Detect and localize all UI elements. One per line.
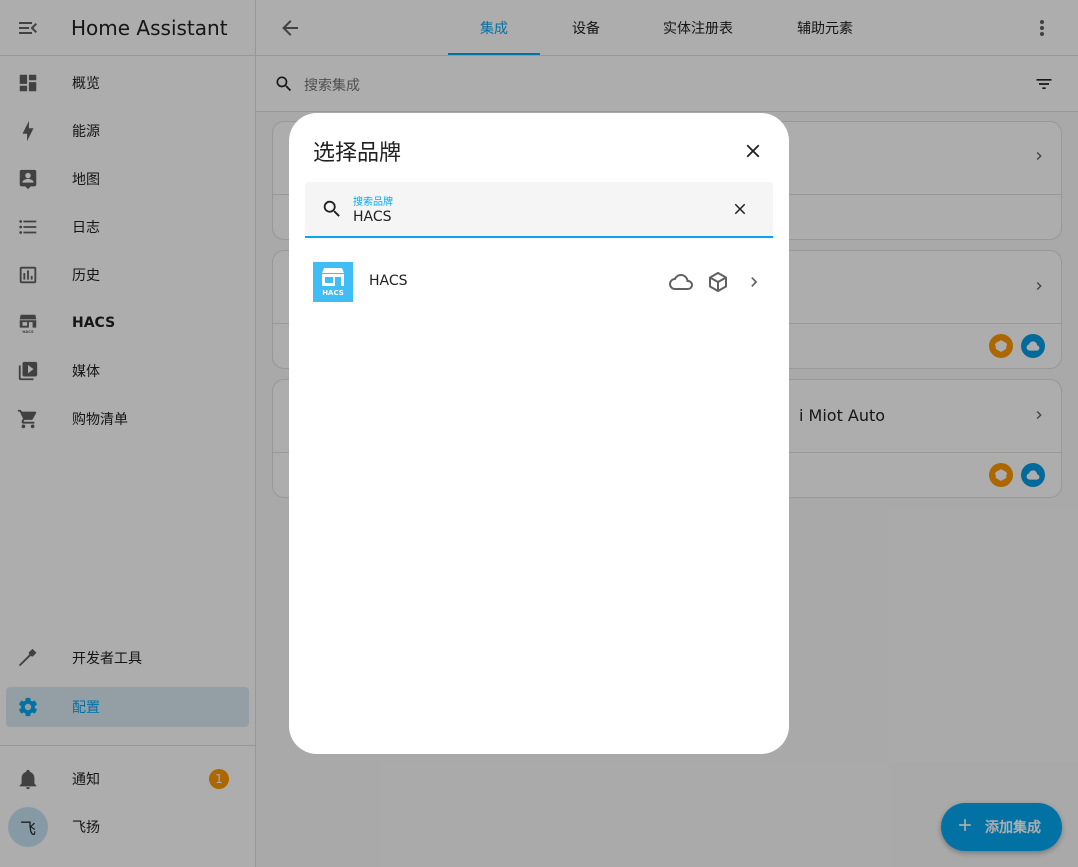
select-brand-dialog: 选择品牌 搜索品牌 HACS HACS HACS — [289, 113, 789, 754]
brand-search-input[interactable]: HACS — [353, 209, 392, 225]
cloud-outline-icon — [669, 270, 693, 298]
dialog-title: 选择品牌 — [313, 141, 402, 166]
close-icon[interactable] — [741, 139, 765, 163]
chevron-right-icon[interactable] — [744, 272, 764, 296]
clear-icon[interactable] — [731, 200, 749, 222]
brand-search-field[interactable]: 搜索品牌 HACS — [305, 182, 773, 238]
brand-result-item[interactable]: HACS HACS — [289, 258, 789, 306]
search-icon — [321, 198, 343, 224]
brand-search-label: 搜索品牌 — [353, 197, 393, 208]
svg-text:HACS: HACS — [322, 289, 344, 297]
brand-result-name: HACS — [369, 273, 408, 289]
hacs-logo: HACS — [313, 262, 353, 302]
package-variant-icon — [706, 270, 730, 298]
